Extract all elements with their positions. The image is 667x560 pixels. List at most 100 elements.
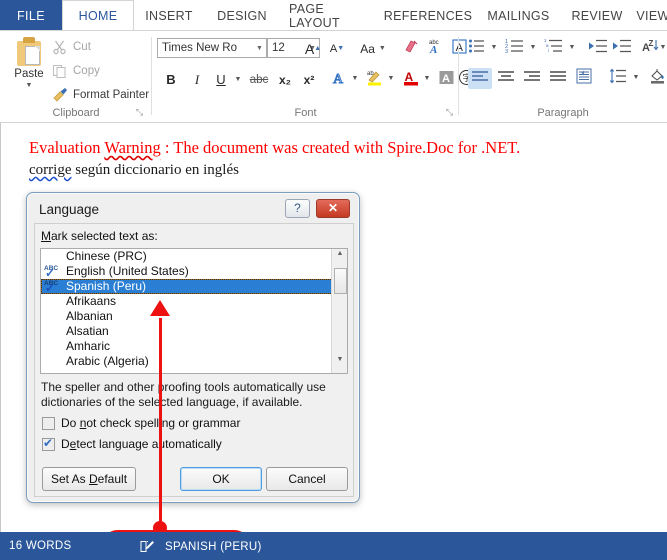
tab-design[interactable]: DESIGN bbox=[204, 0, 280, 31]
text-effects-button[interactable]: abc A bbox=[424, 37, 446, 58]
strikethrough-label: abc bbox=[249, 73, 269, 86]
list-item-alsatian[interactable]: Alsatian bbox=[41, 324, 347, 339]
do-not-check-spelling-label: Do not check spelling or grammar bbox=[61, 416, 241, 430]
cut-button[interactable]: Cut bbox=[52, 37, 91, 57]
language-label: Alsatian bbox=[66, 324, 109, 338]
tab-insert[interactable]: INSERT bbox=[134, 0, 204, 31]
tab-review[interactable]: REVIEW bbox=[561, 0, 633, 31]
dialog-close-button[interactable]: ✕ bbox=[316, 199, 350, 218]
align-right-button[interactable] bbox=[520, 68, 544, 89]
scroll-up-arrow-icon[interactable]: ▲ bbox=[332, 250, 347, 266]
list-item-chinese-prc[interactable]: Chinese (PRC) bbox=[41, 249, 347, 264]
text-effects-outline-button[interactable]: A bbox=[328, 68, 350, 89]
mark-label-rest: ark selected text as: bbox=[51, 229, 158, 243]
chevron-down-icon[interactable]: ▼ bbox=[253, 45, 266, 52]
ribbon-group-font: Times New Ro ▼ 12 ▼ A ▲ A ▼ Aa ▼ abc A B… bbox=[152, 31, 474, 122]
tab-file[interactable]: FILE bbox=[0, 0, 62, 31]
bullets-button[interactable] bbox=[466, 37, 488, 58]
increase-indent-icon bbox=[612, 38, 632, 57]
ribbon-group-paragraph: ▼ 123 ▼ 1ai ▼ A Z ▼ ▼ Paragraph bbox=[459, 31, 667, 122]
ribbon-tab-bar: FILE HOME INSERT DESIGN PAGE LAYOUT REFE… bbox=[0, 0, 667, 31]
underline-chevron-down-icon[interactable]: ▼ bbox=[232, 69, 244, 90]
multilevel-chevron-down-icon[interactable]: ▼ bbox=[566, 37, 578, 58]
do-not-check-spelling-checkbox[interactable] bbox=[42, 416, 55, 430]
doc-line2-misspelled-word: corrige bbox=[29, 162, 72, 178]
sort-chevron-down-icon[interactable]: ▼ bbox=[659, 37, 667, 58]
scrollbar-thumb[interactable] bbox=[334, 268, 347, 294]
chevron-down-icon[interactable]: ▼ bbox=[6, 82, 52, 89]
strikethrough-button[interactable]: abc bbox=[246, 69, 272, 90]
svg-text:3: 3 bbox=[505, 49, 508, 54]
status-language[interactable]: SPANISH (PERU) bbox=[140, 540, 262, 553]
line-spacing-button[interactable] bbox=[606, 67, 630, 88]
language-label: English (United States) bbox=[66, 264, 189, 278]
font-color-button[interactable]: A bbox=[400, 68, 422, 89]
clear-formatting-button[interactable] bbox=[400, 37, 422, 58]
superscript-button[interactable]: x² bbox=[298, 69, 320, 90]
bold-button[interactable]: B bbox=[160, 69, 182, 90]
change-case-button[interactable]: Aa ▼ bbox=[356, 38, 390, 59]
list-item-afrikaans[interactable]: Afrikaans bbox=[41, 294, 347, 309]
detect-language-checkbox[interactable] bbox=[42, 436, 55, 451]
font-color-icon: A bbox=[402, 68, 420, 89]
highlight-chevron-down-icon[interactable]: ▼ bbox=[385, 68, 397, 89]
language-label: Amharic bbox=[66, 339, 111, 353]
decrease-indent-button[interactable] bbox=[586, 37, 610, 58]
dialog-body: Mark selected text as: Chinese (PRC) ABC… bbox=[34, 223, 354, 497]
align-center-button[interactable] bbox=[494, 68, 518, 89]
cancel-button[interactable]: Cancel bbox=[266, 467, 348, 491]
character-shading-button[interactable]: A bbox=[436, 68, 456, 89]
text-highlight-button[interactable]: ab bbox=[364, 68, 386, 89]
multilevel-list-button[interactable]: 1ai bbox=[542, 37, 566, 58]
show-formatting-marks-button[interactable] bbox=[572, 67, 596, 88]
tab-page-layout[interactable]: PAGE LAYOUT bbox=[280, 0, 380, 31]
detect-language-checkbox-row[interactable]: Detect language automatically bbox=[42, 436, 222, 451]
list-item-spanish-peru[interactable]: ABC ✓ Spanish (Peru) bbox=[41, 279, 347, 294]
paste-button[interactable]: Paste ▼ bbox=[6, 35, 52, 99]
format-painter-button[interactable]: Format Painter bbox=[52, 85, 149, 105]
tab-home[interactable]: HOME bbox=[62, 0, 134, 31]
detect-language-label: Detect language automatically bbox=[61, 437, 222, 451]
ok-button[interactable]: OK bbox=[180, 467, 262, 491]
ribbon-group-clipboard: Paste ▼ Cut Copy Format Painter Clipboar… bbox=[0, 31, 152, 122]
language-list-scrollbar[interactable]: ▲ ▼ bbox=[331, 249, 347, 373]
font-dialog-launcher-icon[interactable]: ⤡ bbox=[444, 107, 455, 118]
font-size-value: 12 bbox=[272, 42, 285, 54]
set-as-default-button[interactable]: Set As Default bbox=[42, 467, 136, 491]
list-item-albanian[interactable]: Albanian bbox=[41, 309, 347, 324]
do-not-check-spelling-checkbox-row[interactable]: Do not check spelling or grammar bbox=[42, 416, 240, 430]
justify-button[interactable] bbox=[546, 68, 570, 89]
grow-font-button[interactable]: A ▲ bbox=[302, 38, 324, 59]
status-word-count[interactable]: 16 WORDS bbox=[9, 540, 71, 552]
language-listbox[interactable]: Chinese (PRC) ABC ✓ English (United State… bbox=[40, 248, 348, 374]
chevron-down-icon[interactable]: ▼ bbox=[379, 45, 386, 52]
list-item-amharic[interactable]: Amharic bbox=[41, 339, 347, 354]
tab-mailings[interactable]: MAILINGS bbox=[476, 0, 561, 31]
bullets-chevron-down-icon[interactable]: ▼ bbox=[488, 37, 500, 58]
dialog-help-button[interactable]: ? bbox=[285, 199, 310, 218]
line-spacing-chevron-down-icon[interactable]: ▼ bbox=[630, 67, 642, 88]
list-item-arabic-algeria[interactable]: Arabic (Algeria) bbox=[41, 354, 347, 369]
increase-indent-button[interactable] bbox=[610, 37, 634, 58]
font-color-chevron-down-icon[interactable]: ▼ bbox=[421, 68, 433, 89]
italic-button[interactable]: I bbox=[186, 69, 208, 90]
tab-view[interactable]: VIEW bbox=[633, 0, 667, 31]
shading-button[interactable] bbox=[647, 67, 667, 88]
tab-references-label: REFERENCES bbox=[383, 8, 473, 23]
cancel-label: Cancel bbox=[288, 472, 326, 486]
font-name-combo[interactable]: Times New Ro ▼ bbox=[157, 38, 267, 58]
text-outline-chevron-down-icon[interactable]: ▼ bbox=[349, 68, 361, 89]
shrink-font-button[interactable]: A ▼ bbox=[326, 38, 348, 59]
scroll-down-arrow-icon[interactable]: ▼ bbox=[332, 356, 347, 372]
copy-button[interactable]: Copy bbox=[52, 61, 100, 81]
tab-references[interactable]: REFERENCES bbox=[380, 0, 476, 31]
clipboard-dialog-launcher-icon[interactable]: ⤡ bbox=[134, 107, 145, 118]
numbering-chevron-down-icon[interactable]: ▼ bbox=[527, 37, 539, 58]
underline-button[interactable]: U bbox=[210, 69, 232, 90]
subscript-button[interactable]: x₂ bbox=[274, 69, 296, 90]
numbering-button[interactable]: 123 bbox=[503, 37, 527, 58]
decrease-indent-icon bbox=[588, 38, 608, 57]
align-left-button[interactable] bbox=[468, 68, 492, 89]
list-item-english-united-states[interactable]: ABC ✓ English (United States) bbox=[41, 264, 347, 279]
multilevel-list-icon: 1ai bbox=[544, 38, 564, 57]
